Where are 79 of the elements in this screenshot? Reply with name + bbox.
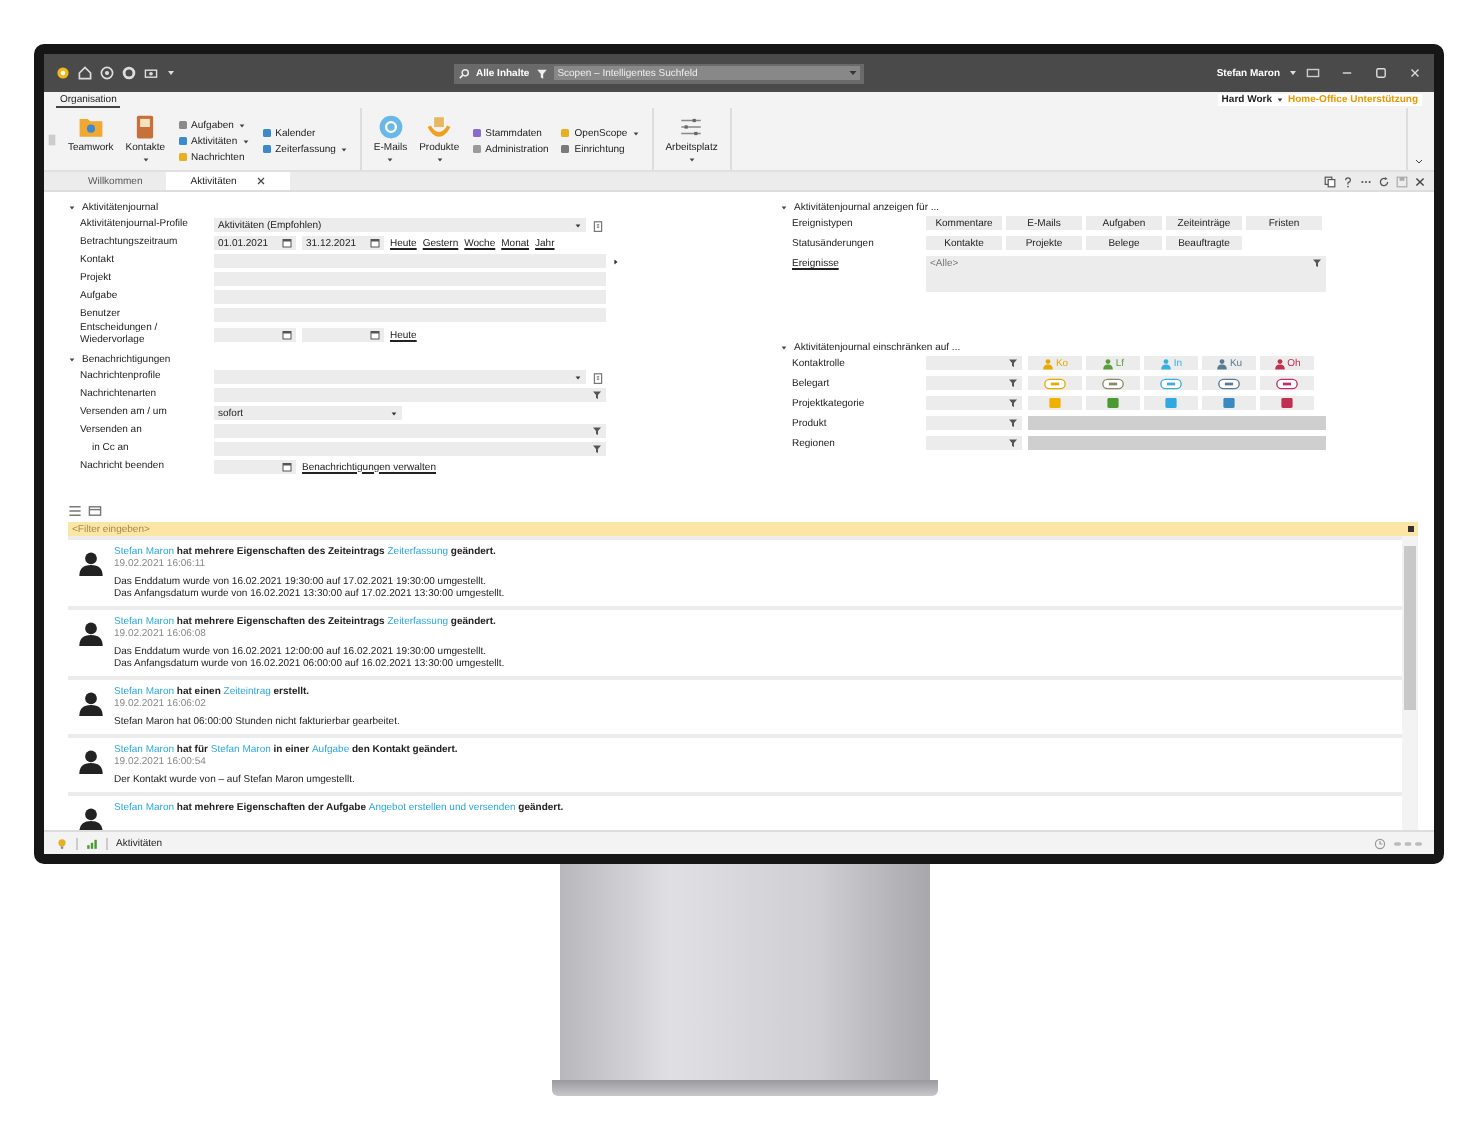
- copy-icon[interactable]: [1324, 175, 1336, 187]
- small-tile-icon: [560, 128, 571, 138]
- filter-icon[interactable]: [592, 390, 602, 400]
- square-icon[interactable]: [1404, 522, 1418, 536]
- filter-chip[interactable]: [1202, 376, 1256, 390]
- small-tile-icon: [177, 120, 188, 130]
- caret-icon[interactable]: [68, 204, 76, 212]
- small-tile-icon: [177, 152, 188, 162]
- caret-icon[interactable]: [780, 204, 788, 212]
- filter-chip[interactable]: [1086, 396, 1140, 410]
- filter-field[interactable]: [926, 376, 1022, 390]
- box-in-hands-icon: [426, 114, 453, 140]
- scrollbar[interactable]: [1402, 536, 1418, 830]
- circle-icon[interactable]: [56, 66, 70, 80]
- date-field[interactable]: [214, 328, 296, 342]
- maximize-icon[interactable]: [1374, 66, 1388, 80]
- camera-icon[interactable]: [144, 66, 158, 80]
- caret-icon[interactable]: [390, 409, 398, 417]
- filter-field[interactable]: [926, 356, 1022, 370]
- caret-icon[interactable]: [780, 344, 788, 352]
- filter-field[interactable]: [214, 388, 606, 402]
- calendar-icon[interactable]: [370, 238, 380, 248]
- small-tile-icon: [471, 144, 482, 154]
- ring-icon: [377, 114, 404, 140]
- filter-chip[interactable]: [1086, 376, 1140, 390]
- signal-bars-icon: [86, 837, 98, 849]
- refresh-icon[interactable]: [1378, 175, 1390, 187]
- small-tile-icon: [471, 128, 482, 138]
- book-icon: [132, 114, 159, 140]
- folder-icon: [77, 114, 104, 140]
- small-tile-icon: [560, 144, 571, 154]
- avatar-silhouette-icon: [78, 690, 104, 716]
- clipboard-icon[interactable]: [592, 219, 604, 231]
- compass-icon[interactable]: [100, 66, 114, 80]
- filter-field[interactable]: [926, 416, 1022, 430]
- caret-icon[interactable]: [166, 68, 176, 78]
- avatar-silhouette-icon: [78, 550, 104, 576]
- filter-field[interactable]: [926, 436, 1022, 450]
- filter-field[interactable]: [214, 442, 606, 456]
- small-tile-icon: [177, 136, 188, 146]
- calendar-icon[interactable]: [282, 238, 292, 248]
- grip-icon[interactable]: [48, 131, 56, 147]
- small-tile-icon: [261, 128, 272, 138]
- clipboard-icon[interactable]: [592, 371, 604, 383]
- close-icon[interactable]: [1414, 175, 1426, 187]
- caret-icon[interactable]: [1276, 96, 1284, 104]
- date-field[interactable]: [214, 460, 296, 474]
- caret-icon[interactable]: [68, 356, 76, 364]
- caret-icon[interactable]: [1288, 68, 1298, 78]
- filter-icon[interactable]: [535, 67, 548, 79]
- filter-chip[interactable]: [1260, 396, 1314, 410]
- list-view-icon[interactable]: [68, 503, 82, 517]
- calendar-icon[interactable]: [370, 330, 380, 340]
- filter-chip[interactable]: [1202, 396, 1256, 410]
- date-field[interactable]: [302, 328, 384, 342]
- calendar-icon[interactable]: [282, 462, 292, 472]
- timer-dots-icon: [1394, 839, 1422, 847]
- avatar-silhouette-icon: [78, 806, 104, 830]
- card-view-icon[interactable]: [88, 503, 102, 517]
- window-layout-icon[interactable]: [1306, 66, 1320, 80]
- minimize-icon[interactable]: [1340, 66, 1354, 80]
- lifebuoy-icon[interactable]: [122, 66, 136, 80]
- sliders-icon: [678, 114, 705, 140]
- avatar-silhouette-icon: [78, 620, 104, 646]
- caret-icon[interactable]: [574, 221, 582, 229]
- home-icon[interactable]: [78, 66, 92, 80]
- calendar-icon[interactable]: [282, 330, 292, 340]
- small-tile-icon: [261, 144, 272, 154]
- close-icon[interactable]: [256, 176, 267, 186]
- avatar-silhouette-icon: [78, 748, 104, 774]
- filter-icon[interactable]: [1312, 258, 1322, 268]
- caret-icon[interactable]: [574, 373, 582, 381]
- search-icon: [458, 67, 470, 79]
- help-icon[interactable]: [1342, 175, 1354, 187]
- dropdown-field[interactable]: [214, 370, 586, 384]
- filter-chip[interactable]: [1260, 376, 1314, 390]
- filter-field[interactable]: [214, 424, 606, 438]
- filter-field[interactable]: [926, 396, 1022, 410]
- clock-icon[interactable]: [1374, 837, 1386, 849]
